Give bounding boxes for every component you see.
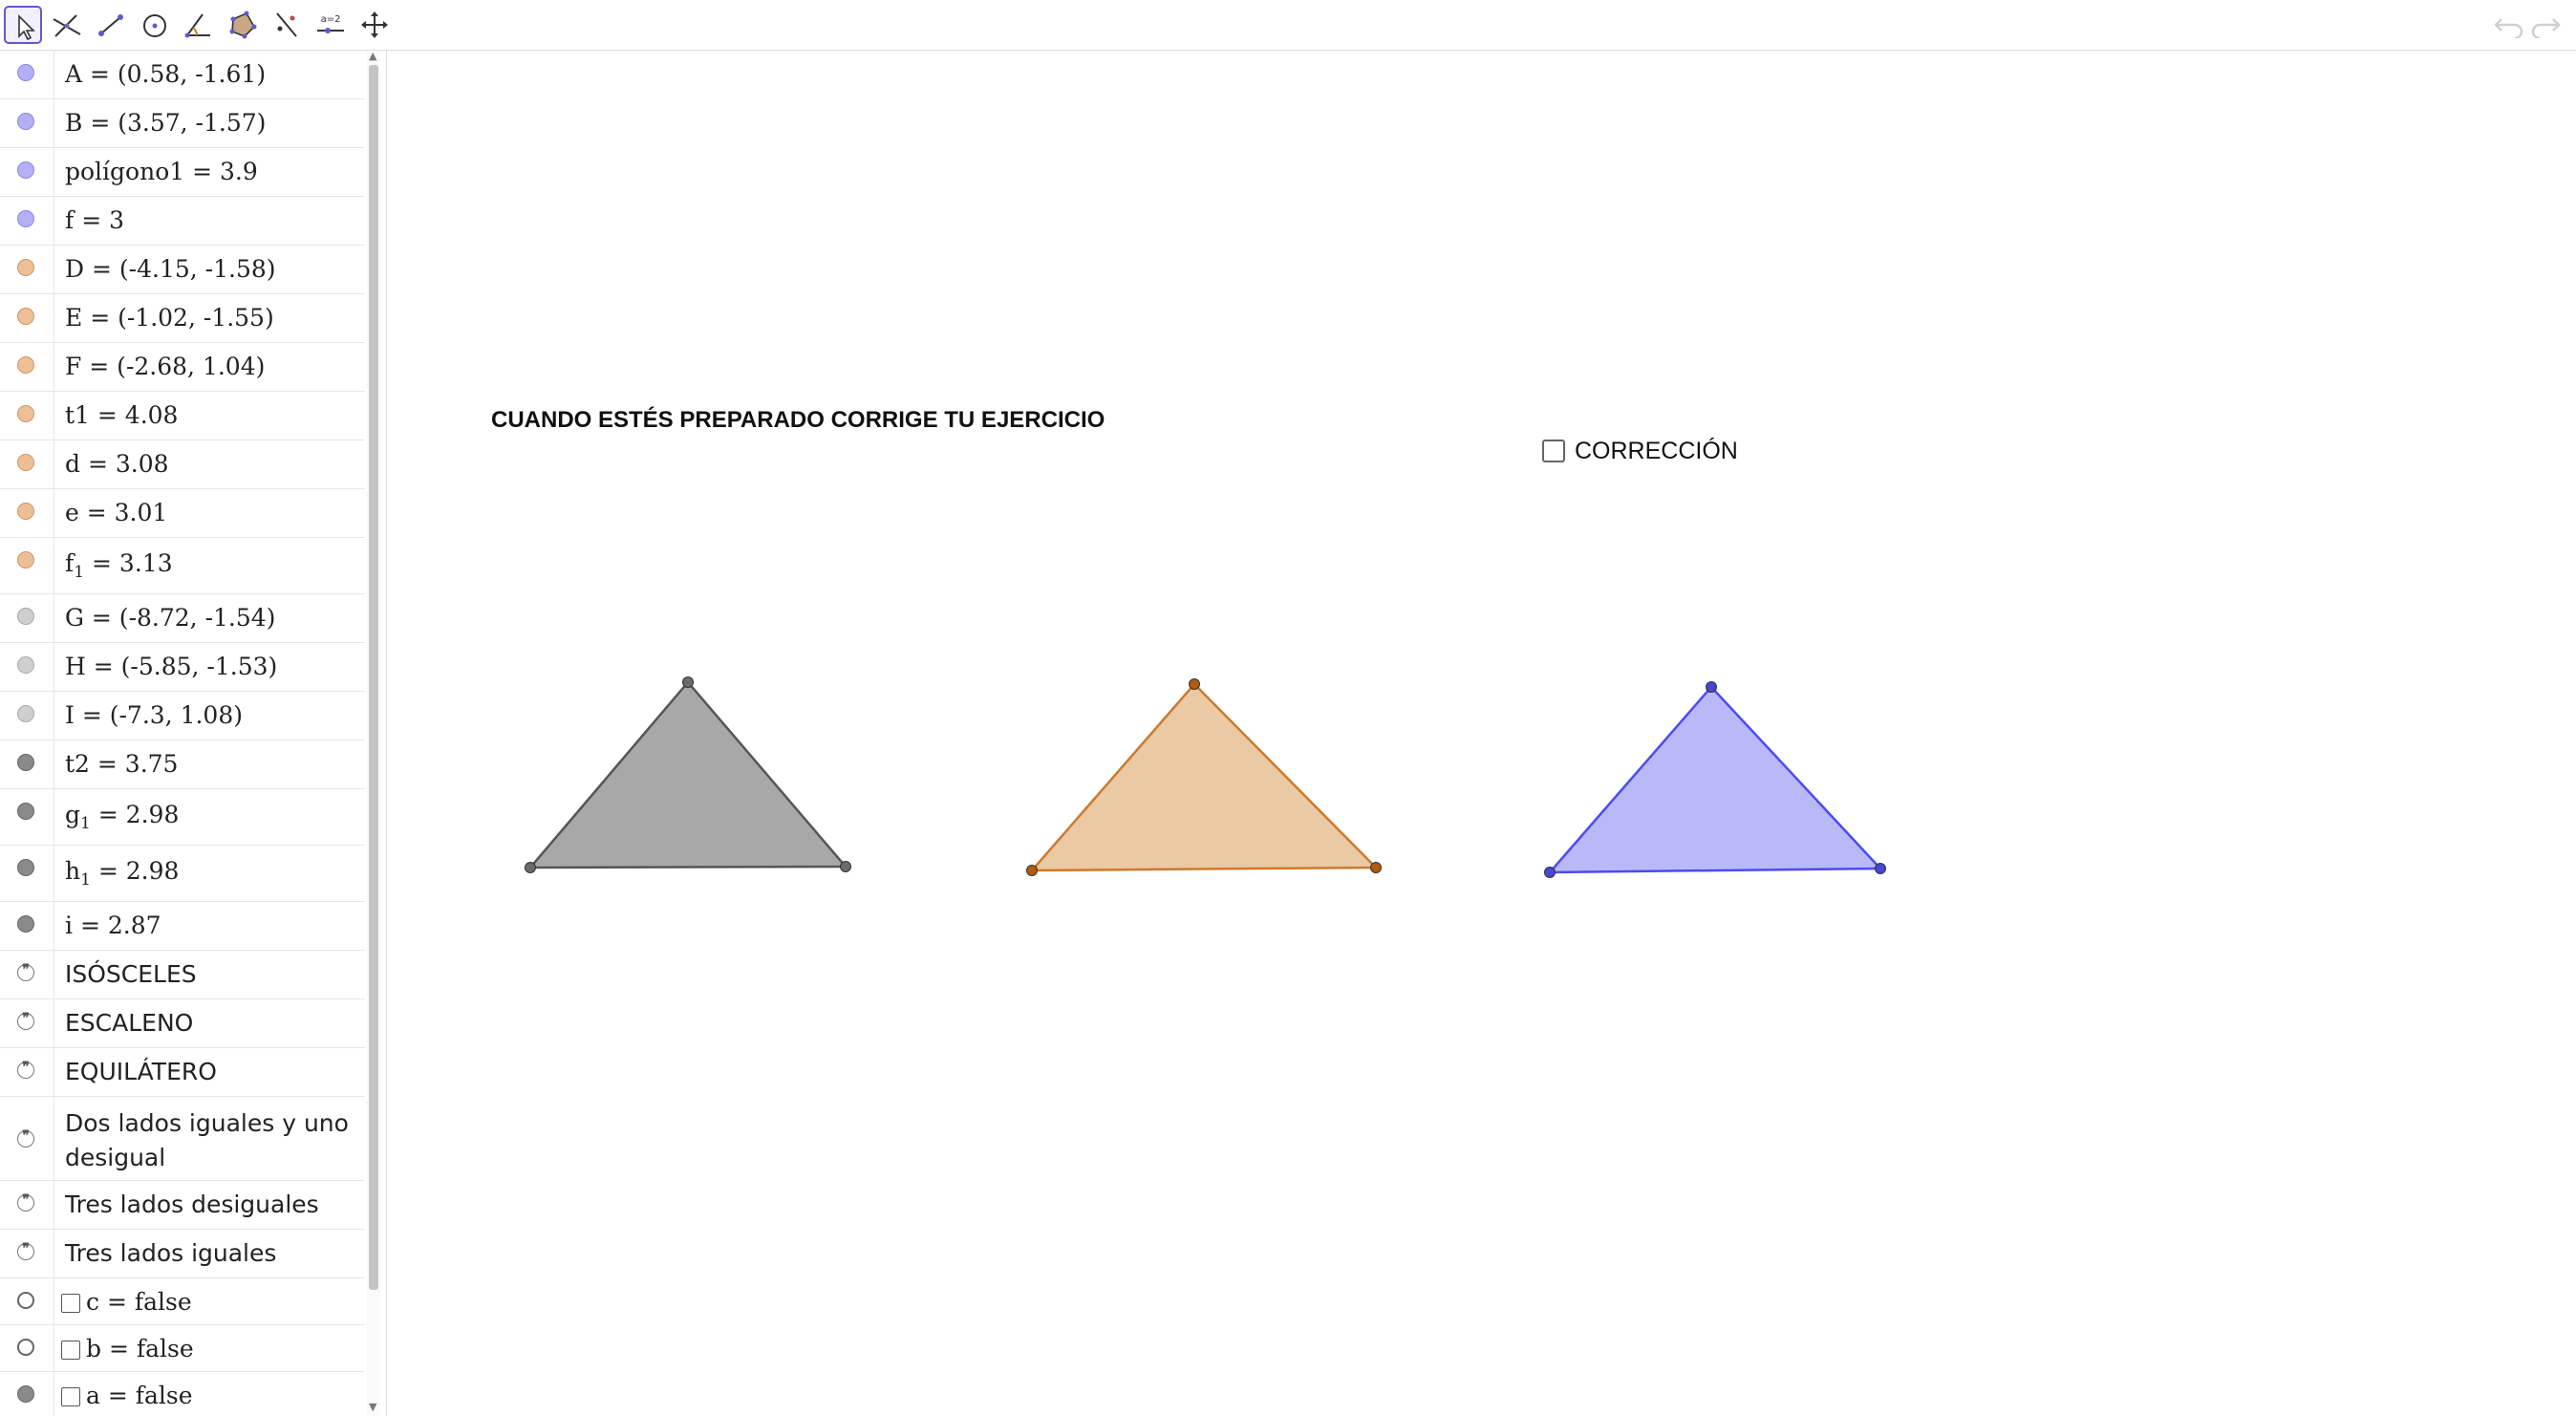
triangle-orange[interactable]: [1029, 682, 1379, 872]
triangle-vertex-point[interactable]: [682, 676, 694, 688]
triangle-vertex-point[interactable]: [1544, 867, 1556, 878]
instruction-text: CUANDO ESTÉS PREPARADO CORRIGE TU EJERCI…: [491, 407, 1106, 433]
triangle-vertex-point[interactable]: [840, 861, 851, 872]
correction-checkbox[interactable]: CORRECCIÓN: [1542, 438, 1738, 465]
correction-checkbox-box[interactable]: [1542, 440, 1565, 462]
triangle-vertex-point[interactable]: [525, 862, 536, 873]
triangle-blue[interactable]: [1547, 685, 1883, 874]
triangle-vertex-point[interactable]: [1189, 678, 1200, 690]
triangle-vertex-point[interactable]: [1875, 863, 1886, 874]
correction-label: CORRECCIÓN: [1575, 438, 1738, 464]
geometry-canvas[interactable]: [0, 0, 2576, 1416]
triangle-vertex-point[interactable]: [1706, 681, 1717, 693]
triangle-vertex-point[interactable]: [1370, 862, 1382, 873]
triangle-vertex-point[interactable]: [1026, 865, 1038, 876]
triangle-gray[interactable]: [527, 680, 848, 869]
